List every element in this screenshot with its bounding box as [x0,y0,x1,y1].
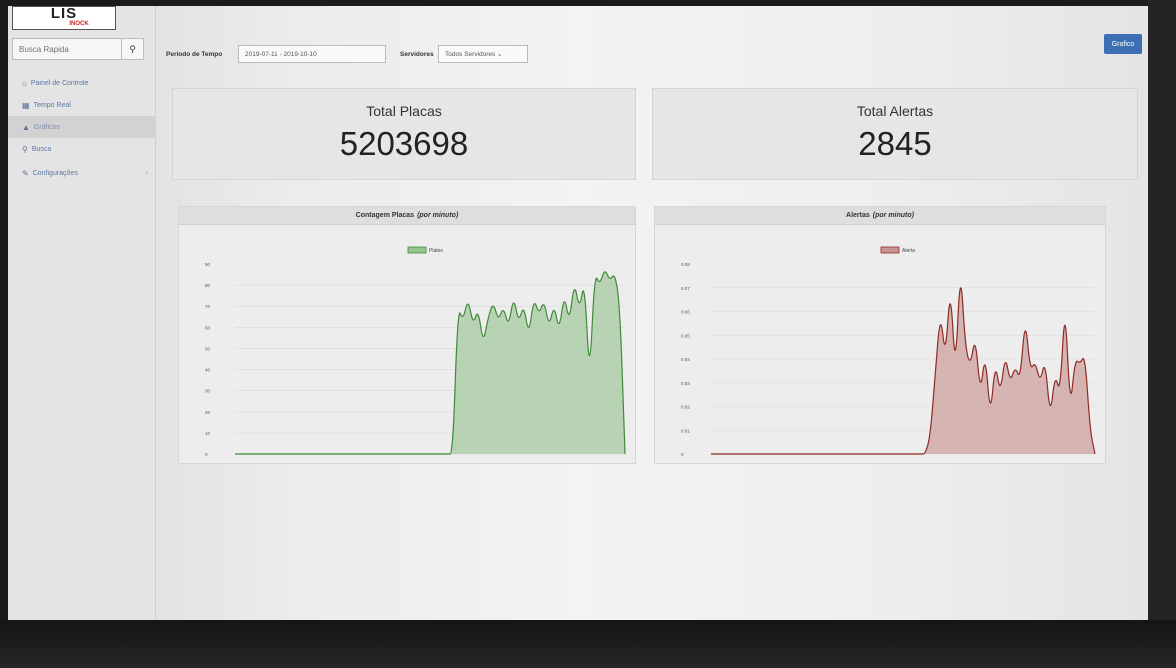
plates-chart-panel: Contagem Placas (por minuto) 0 10 20 30 40 50… [178,206,636,464]
alerts-chart-title: Alertas [846,212,870,219]
alerts-chart-title-suffix: (por minuto) [872,212,914,219]
plates-chart-title: Contagem Placas [355,212,415,219]
total-plates-title: Total Placas [366,103,442,119]
alerts-y-tick-label: 0.08 [681,262,690,267]
plates-y-tick-label: 20 [205,410,211,415]
servers-label: Servidores [400,51,434,58]
plates-y-tick-label: 80 [205,283,211,288]
period-label: Período de Tempo [166,51,223,58]
plates-y-tick-label: 40 [205,368,211,373]
sidebar-item-search[interactable]: ⚲ Busca [8,138,156,160]
sidebar-item-label: Painel de Controle [30,79,89,87]
plates-y-tick-label: 60 [205,325,211,330]
sidebar-item-label: Gráficos [33,123,60,131]
alerts-y-tick-label: 0.06 [681,310,690,315]
monitor-bezel [0,620,1176,668]
plates-legend-label: Plates [429,248,443,254]
wrench-icon: ✎ [22,168,29,178]
sidebar-item-realtime[interactable]: ▦ Tempo Real [8,94,156,116]
plates-legend-swatch [407,246,427,254]
bezel-right [1148,0,1176,668]
alerts-area-chart: 0 0.01 0.02 0.03 0.04 0.05 0.06 0.07 0.08 Alerta [681,246,1096,457]
quick-search-input[interactable] [13,39,121,59]
plates-series-area [235,271,625,454]
grid-icon: ▦ [22,100,30,110]
total-plates-panel: Total Placas 5203698 [172,88,636,180]
sidebar-item-dashboard[interactable]: ⌂ Painel de Controle [8,72,156,94]
sidebar-item-label: Tempo Real [33,101,71,109]
sidebar-item-settings[interactable]: ✎ Configurações ‹ [8,162,156,184]
plates-y-tick-label: 30 [205,389,211,394]
plates-y-tick-label: 10 [205,431,211,436]
plates-y-tick-label: 70 [205,304,211,309]
alerts-y-tick-label: 0.02 [681,405,690,410]
graph-button[interactable]: Grafico [1104,34,1142,54]
plates-area-chart: 0 10 20 30 40 50 60 70 80 90 Plates [205,246,626,457]
chart-icon: ▲ [22,122,30,132]
alerts-legend-label: Alerta [902,248,915,254]
logo-subtext: INOCK [69,21,89,27]
plates-y-tick-label: 50 [205,346,211,351]
alerts-y-tick-label: 0.04 [681,357,690,362]
period-input[interactable]: 2019-07-11 - 2019-10-10 [238,45,386,63]
alerts-y-tick-label: 0.07 [681,286,690,291]
alerts-y-tick-label: 0.01 [681,428,690,433]
servers-select[interactable]: Todos Servidores ⌄ [438,45,528,63]
logo-text: LIS [50,6,78,22]
chevron-left-icon: ‹ [145,169,148,177]
total-plates-value: 5203698 [339,125,469,162]
search-icon[interactable]: ⚲ [121,39,143,59]
plates-y-tick-label: 0 [205,452,208,457]
monitor-screen: LIS INOCK ⚲ ⌂ Painel de Controle ▦ Tempo… [8,6,1148,620]
search-icon: ⚲ [22,144,28,154]
total-alerts-title: Total Alertas [856,103,934,119]
filter-bar: Período de Tempo 2019-07-11 - 2019-10-10… [156,34,1148,70]
alerts-y-tick-label: 0.03 [681,381,690,386]
total-alerts-value: 2845 [858,125,932,162]
quick-search: ⚲ [12,38,144,60]
alerts-chart-panel: Alertas (por minuto) 0 0.01 0.02 0.03 0.04 0.… [654,206,1106,464]
alerts-y-tick-label: 0 [681,452,684,457]
alerts-legend-swatch [880,246,900,254]
plates-chart-header: Contagem Placas (por minuto) [179,207,635,225]
alerts-y-tick-label: 0.05 [681,333,690,338]
sidebar-item-charts[interactable]: ▲ Gráficos [8,116,156,138]
home-icon: ⌂ [22,78,27,88]
sidebar: LIS INOCK ⚲ ⌂ Painel de Controle ▦ Tempo… [8,6,156,620]
sidebar-item-label: Configurações [32,169,78,177]
sidebar-item-label: Busca [31,145,52,153]
app-logo[interactable]: LIS INOCK [12,6,116,30]
alerts-chart-header: Alertas (por minuto) [655,207,1105,225]
plates-y-tick-label: 90 [205,262,211,267]
total-alerts-panel: Total Alertas 2845 [652,88,1138,180]
plates-chart-title-suffix: (por minuto) [417,212,459,219]
